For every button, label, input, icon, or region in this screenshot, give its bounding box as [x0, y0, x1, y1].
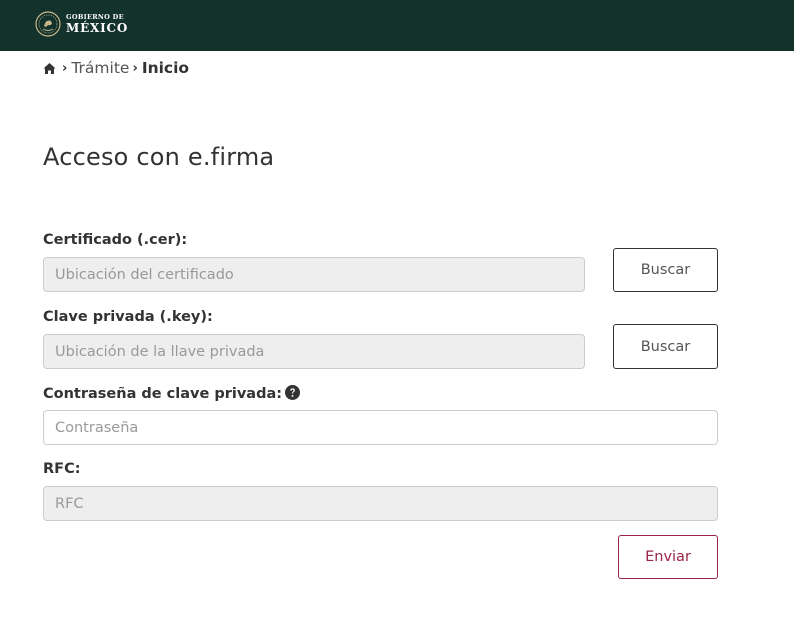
password-input[interactable] [43, 410, 718, 445]
coat-of-arms-icon [35, 11, 61, 37]
private-key-browse-button[interactable]: Buscar [613, 324, 718, 369]
breadcrumb-separator: › [132, 60, 138, 76]
breadcrumb-tramite-link[interactable]: Trámite [71, 59, 129, 77]
certificate-label: Certificado (.cer): [43, 232, 188, 248]
rfc-label: RFC: [43, 461, 81, 477]
gobierno-de-mexico-logo[interactable]: GOBIERNO DE MÉXICO [35, 11, 128, 37]
certificate-browse-button[interactable]: Buscar [613, 248, 718, 292]
password-label-row: Contraseña de clave privada: [43, 385, 301, 402]
private-key-path-field [43, 334, 585, 369]
home-icon[interactable] [43, 62, 56, 75]
certificate-path-field [43, 257, 585, 292]
question-circle-icon[interactable] [285, 385, 301, 400]
breadcrumb-separator: › [62, 60, 68, 76]
breadcrumb-current: Inicio [141, 59, 190, 77]
top-navbar: GOBIERNO DE MÉXICO [0, 0, 794, 51]
page-title: Acceso con e.firma [43, 143, 275, 171]
private-key-label: Clave privada (.key): [43, 309, 213, 325]
logo-line2: MÉXICO [66, 21, 129, 36]
logo-line1: GOBIERNO DE [66, 12, 124, 21]
submit-button[interactable]: Enviar [618, 535, 718, 579]
breadcrumb: › Trámite › Inicio [43, 59, 189, 77]
password-label: Contraseña de clave privada: [43, 386, 283, 402]
rfc-field [43, 486, 718, 521]
